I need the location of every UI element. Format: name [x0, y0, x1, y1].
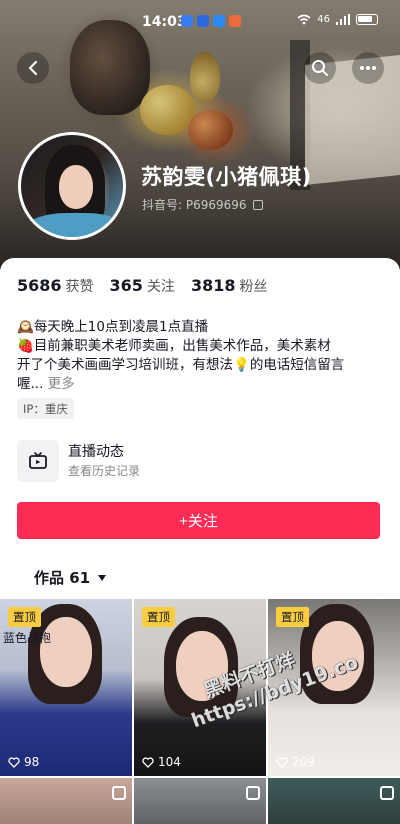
stat-value: 5686: [17, 276, 62, 295]
stat-label: 获赞: [65, 279, 94, 295]
profile-name: 苏韵雯(小猪佩琪): [141, 165, 312, 189]
live-icon-box: [17, 440, 59, 482]
live-history-row[interactable]: 直播动态 查看历史记录: [17, 438, 383, 484]
stat-value: 3818: [190, 276, 236, 295]
tile-figure-face: [40, 617, 92, 687]
stat-likes: 5686 获赞: [17, 276, 94, 296]
heart-icon: [142, 756, 154, 768]
banner-pear-shape: [190, 52, 220, 102]
like-count: 98: [8, 755, 39, 769]
multi-image-icon: [112, 786, 126, 800]
signal-icon: [336, 14, 350, 25]
banner-orange-shape: [188, 110, 233, 150]
bio-line: 🍓目前兼职美术老师卖画，出售美术作品，美术素材: [17, 338, 331, 354]
pinned-badge: 置顶: [8, 607, 41, 627]
live-text: 直播动态 查看历史记录: [68, 442, 140, 480]
status-right-group: 46: [297, 14, 378, 25]
search-icon: [312, 60, 328, 76]
like-count: 104: [142, 755, 181, 769]
battery-icon: [356, 14, 378, 25]
pinned-badge: 置顶: [276, 607, 309, 627]
follow-button[interactable]: +关注: [17, 502, 380, 539]
stat-followers[interactable]: 3818 粉丝: [191, 276, 268, 296]
bio-line: 🕰️每天晚上10点到凌晨1点直播: [17, 319, 209, 335]
avatar-face-shape: [59, 165, 93, 209]
heart-icon: [8, 756, 20, 768]
heart-icon: [276, 756, 288, 768]
stat-label: 关注: [146, 279, 175, 295]
copy-icon[interactable]: [252, 199, 263, 210]
ip-location-tag: IP：重庆: [17, 398, 74, 419]
live-subtitle: 查看历史记录: [68, 464, 141, 478]
bell-emoji-icon: 🕰️: [17, 319, 34, 335]
tile-caption: 蓝色战袍: [3, 631, 52, 645]
lightbulb-emoji-icon: 💡: [233, 357, 250, 373]
notification-app-icon: [197, 15, 209, 27]
status-notification-icons: [181, 15, 241, 27]
status-time: 14:03: [142, 14, 187, 30]
multi-image-icon: [380, 786, 394, 800]
notification-app-icon: [229, 15, 241, 27]
video-tile[interactable]: 置顶 蓝色战袍 98: [0, 599, 132, 776]
bio-line: 喔... 更多: [17, 376, 75, 392]
tab-works[interactable]: 作品 61: [34, 567, 107, 588]
more-button[interactable]: [352, 52, 384, 84]
douyin-id[interactable]: 抖音号: P6969696: [142, 196, 263, 213]
bio-more-link[interactable]: 更多: [48, 376, 75, 392]
wifi-icon: [297, 14, 311, 25]
avatar[interactable]: [18, 132, 126, 240]
tab-works-label: 作品 61: [34, 569, 91, 587]
back-button[interactable]: [17, 52, 49, 84]
back-icon: [28, 60, 38, 76]
bio-line: 开了个美术画画学习培训班，有想法💡的电话短信留言: [17, 357, 345, 373]
notification-app-icon: [181, 15, 193, 27]
profile-card: 5686 获赞 365 关注 3818 粉丝 🕰️每天晚上10点到凌晨1点直播 🍓目前…: [0, 258, 400, 824]
like-count: 209: [276, 755, 315, 769]
strawberry-emoji-icon: 🍓: [17, 338, 34, 354]
stats-row: 5686 获赞 365 关注 3818 粉丝: [17, 276, 267, 296]
caret-down-icon: [98, 574, 107, 581]
live-title: 直播动态: [68, 444, 124, 460]
network-type: 46: [317, 14, 330, 25]
banner-apple-shape: [140, 85, 195, 135]
video-tile[interactable]: [268, 778, 400, 824]
avatar-shirt-shape: [26, 213, 123, 237]
douyin-id-text: 抖音号: P6969696: [142, 198, 247, 212]
stat-following[interactable]: 365 关注: [110, 276, 175, 296]
more-icon: [360, 66, 376, 70]
video-tile[interactable]: [134, 778, 266, 824]
notification-app-icon: [213, 15, 225, 27]
video-tile[interactable]: [0, 778, 132, 824]
pinned-badge: 置顶: [142, 607, 175, 627]
status-bar: 14:03 46: [0, 0, 400, 44]
stat-label: 粉丝: [239, 279, 268, 295]
search-button[interactable]: [304, 52, 336, 84]
stat-value: 365: [109, 276, 143, 295]
bio: 🕰️每天晚上10点到凌晨1点直播 🍓目前兼职美术老师卖画，出售美术作品，美术素材…: [17, 318, 387, 394]
live-tv-icon: [29, 452, 47, 469]
multi-image-icon: [246, 786, 260, 800]
